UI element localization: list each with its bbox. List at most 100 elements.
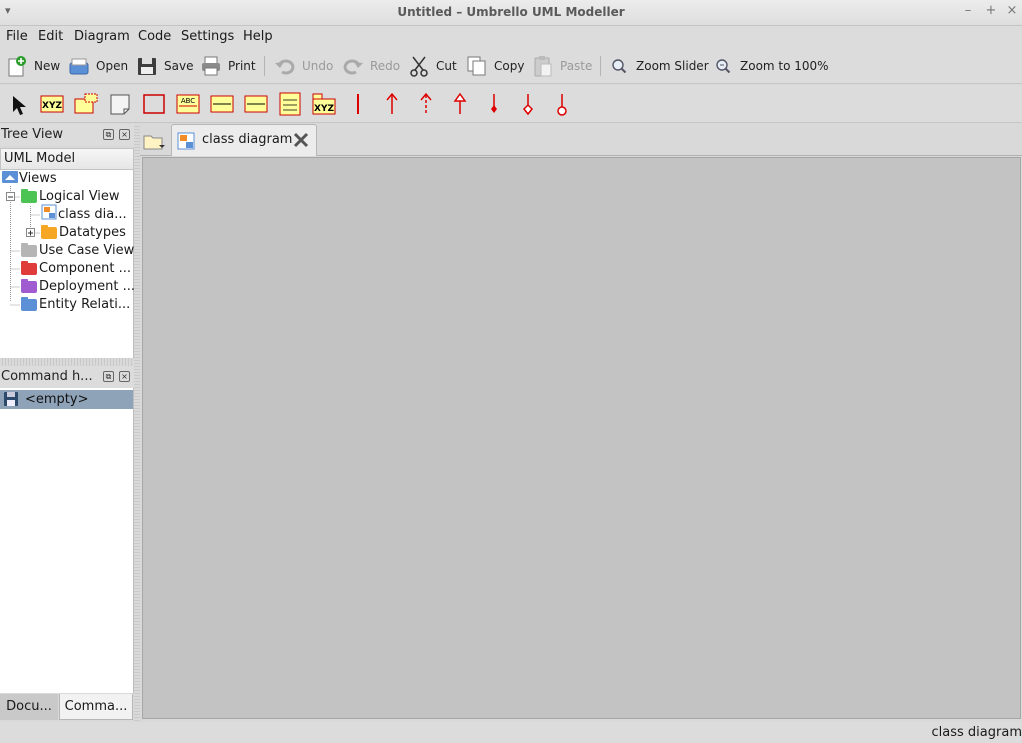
minimize-icon[interactable]: – <box>960 3 976 19</box>
new-diagram-icon[interactable] <box>142 130 166 152</box>
package-tool-icon[interactable]: XYZ <box>312 91 336 117</box>
scissors-icon <box>408 55 430 77</box>
save-disk-icon <box>136 55 158 77</box>
tree-item-label: Deployment ... <box>39 279 136 294</box>
tree-column-header[interactable]: UML Model <box>0 148 134 170</box>
generalization-tool-icon[interactable] <box>448 91 472 117</box>
maximize-icon[interactable]: + <box>983 3 999 19</box>
datatype-tool-icon[interactable] <box>244 91 268 117</box>
toolbar-separator <box>600 56 601 76</box>
open-button[interactable]: Open <box>68 52 128 80</box>
tree-item-label: Entity Relati... <box>39 297 131 312</box>
select-arrow-icon[interactable] <box>6 91 30 117</box>
tree-item-label: Use Case View <box>39 243 135 258</box>
print-button[interactable]: Print <box>200 52 256 80</box>
directional-association-icon[interactable] <box>380 91 404 117</box>
tree-item-use-case-view[interactable]: Use Case View <box>21 242 134 260</box>
dock-float-icon[interactable]: ⧉ <box>103 129 114 140</box>
close-tab-icon[interactable] <box>293 132 309 148</box>
dock-splitter[interactable] <box>0 358 134 366</box>
dock-close-icon[interactable]: × <box>119 371 130 382</box>
window-title: Untitled – Umbrello UML Modeller <box>397 5 625 19</box>
interface-tool-icon[interactable] <box>210 91 234 117</box>
text-tool-text: ABC <box>181 97 195 105</box>
main-splitter[interactable] <box>134 124 140 722</box>
copy-label: Copy <box>494 59 525 73</box>
open-folder-icon <box>68 55 90 77</box>
command-history-list: <empty> <box>0 388 134 693</box>
cut-button[interactable]: Cut <box>408 52 457 80</box>
tree-view: Views Logical View class dia... Datatype… <box>0 170 135 358</box>
tree-item-label: Component ... <box>39 261 132 276</box>
tree-item-label: Datatypes <box>59 225 126 240</box>
menu-edit[interactable]: Edit <box>38 28 63 46</box>
command-history-dock-header: Command h... ⧉ × <box>0 366 134 388</box>
new-label: New <box>34 59 61 73</box>
dock-close-icon[interactable]: × <box>119 129 130 140</box>
dock-float-icon[interactable]: ⧉ <box>103 371 114 382</box>
main-toolbar: New Open Save Print Undo Redo Cut Copy P… <box>0 48 1022 84</box>
zoom-slider-label: Zoom Slider <box>636 59 709 73</box>
undo-button[interactable]: Undo <box>274 52 333 80</box>
tab-class-diagram[interactable]: class diagram <box>171 124 317 156</box>
template-tool-icon[interactable] <box>74 91 98 117</box>
document-tab-bar: class diagram <box>140 124 1022 156</box>
class-tool-icon[interactable]: XYZ <box>40 91 64 117</box>
tree-item-class-diagram[interactable]: class dia... <box>41 204 127 226</box>
command-history-entry-label: <empty> <box>25 392 89 407</box>
tab-command-history[interactable]: Comma... <box>59 694 133 720</box>
zoom-magnifier-icon <box>608 55 630 77</box>
enum-tool-icon[interactable] <box>278 91 302 117</box>
zoom-100-button[interactable]: Zoom to 100% <box>712 52 829 80</box>
tree-item-deployment-view[interactable]: Deployment ... <box>21 278 135 296</box>
copy-icon <box>466 55 488 77</box>
dock-tabs: Docu... Comma... <box>0 693 134 721</box>
print-label: Print <box>228 59 256 73</box>
menu-help[interactable]: Help <box>243 28 273 46</box>
menu-bar: File Edit Diagram Code Settings Help <box>0 26 1022 48</box>
printer-icon <box>200 55 222 77</box>
deployment-folder-icon <box>21 279 37 293</box>
tree-item-label: Views <box>19 171 57 186</box>
tab-label: class diagram <box>202 132 293 147</box>
menu-code[interactable]: Code <box>138 28 171 46</box>
copy-button[interactable]: Copy <box>466 52 524 80</box>
tree-item-component-view[interactable]: Component ... <box>21 260 131 278</box>
logical-view-folder-icon <box>21 189 37 203</box>
menu-file[interactable]: File <box>6 28 28 46</box>
tree-item-logical-view[interactable]: Logical View <box>21 188 120 206</box>
paste-clipboard-icon <box>532 55 554 77</box>
diagram-canvas[interactable] <box>142 157 1021 719</box>
use-case-folder-icon <box>21 243 37 257</box>
tab-documentation[interactable]: Docu... <box>0 694 58 720</box>
composition-tool-icon[interactable] <box>482 91 506 117</box>
toolbar-separator <box>264 56 265 76</box>
save-label: Save <box>164 59 194 73</box>
new-button[interactable]: New <box>6 52 60 80</box>
command-history-entry[interactable]: <empty> <box>0 390 133 409</box>
redo-button[interactable]: Redo <box>342 52 400 80</box>
zoom-slider-button[interactable]: Zoom Slider <box>608 52 709 80</box>
tree-item-entity-relationship[interactable]: Entity Relati... <box>21 296 130 314</box>
dependency-tool-icon[interactable] <box>414 91 438 117</box>
note-tool-icon[interactable] <box>108 91 132 117</box>
tree-item-views[interactable]: Views <box>2 170 57 188</box>
command-history-title: Command h... <box>1 369 93 384</box>
redo-label: Redo <box>370 59 401 73</box>
menu-settings[interactable]: Settings <box>181 28 234 46</box>
paste-button[interactable]: Paste <box>532 52 592 80</box>
save-button[interactable]: Save <box>136 52 193 80</box>
component-folder-icon <box>21 261 37 275</box>
aggregation-tool-icon[interactable] <box>516 91 540 117</box>
close-window-icon[interactable]: × <box>1004 3 1020 19</box>
box-tool-icon[interactable] <box>142 91 166 117</box>
status-text: class diagram <box>931 725 1022 740</box>
entity-relationship-folder-icon <box>21 297 37 311</box>
association-tool-icon[interactable] <box>346 91 370 117</box>
class-diagram-icon <box>41 204 58 226</box>
containment-tool-icon[interactable] <box>550 91 574 117</box>
text-tool-icon[interactable]: ABC <box>176 91 200 117</box>
undo-label: Undo <box>302 59 334 73</box>
menu-diagram[interactable]: Diagram <box>74 28 130 46</box>
tree-item-datatypes[interactable]: Datatypes <box>41 224 126 242</box>
